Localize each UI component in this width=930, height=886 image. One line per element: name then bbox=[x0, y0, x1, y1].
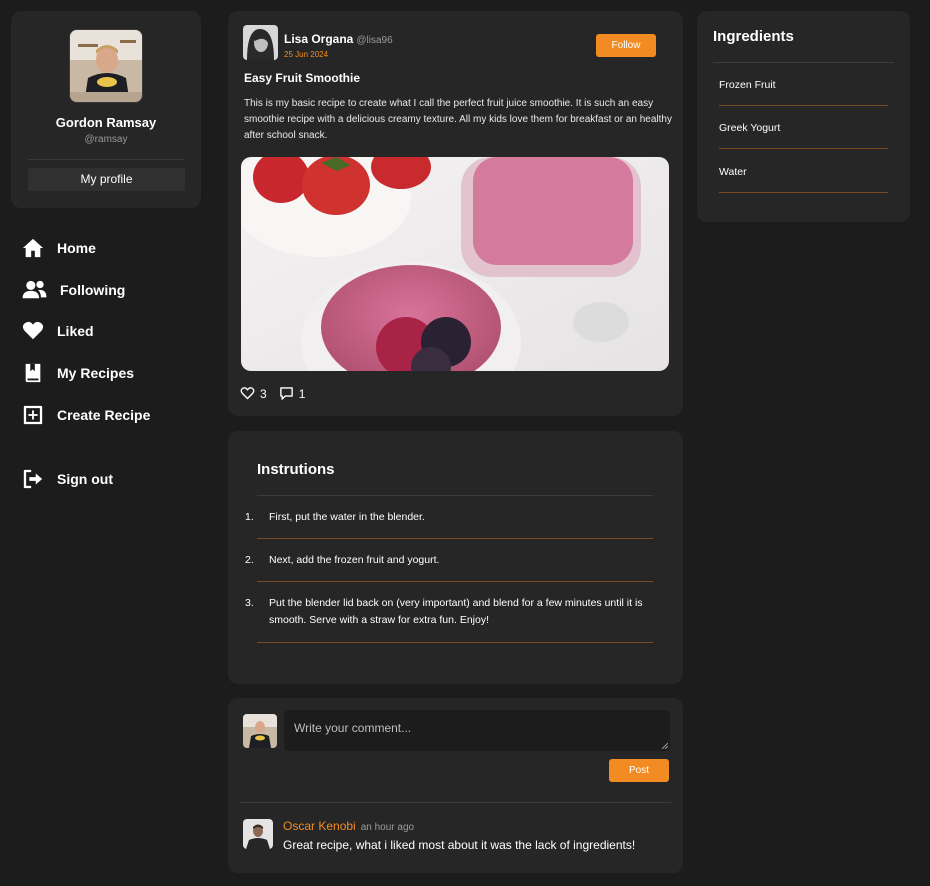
commenter-name[interactable]: Oscar Kenobi an hour ago bbox=[283, 819, 414, 833]
comment-divider bbox=[240, 802, 671, 803]
comment-count: 1 bbox=[298, 386, 306, 401]
nav-item-sign-out[interactable]: Sign out bbox=[22, 468, 113, 490]
nav-item-create-recipe[interactable]: Create Recipe bbox=[22, 404, 150, 426]
post-stats: 3 1 bbox=[240, 386, 317, 401]
sign-out-icon bbox=[23, 469, 43, 489]
post-title: Easy Fruit Smoothie bbox=[244, 71, 361, 85]
profile-card: Gordon Ramsay @ramsay My profile bbox=[11, 11, 201, 208]
book-icon bbox=[25, 363, 41, 383]
nav-item-my-recipes[interactable]: My Recipes bbox=[22, 362, 134, 384]
follow-button[interactable]: Follow bbox=[596, 34, 656, 57]
author-avatar[interactable] bbox=[243, 25, 278, 60]
step-text: Next, add the frozen fruit and yogurt. bbox=[269, 554, 440, 566]
instructions-title: Instrutions bbox=[257, 461, 335, 478]
commenter-avatar[interactable] bbox=[243, 819, 273, 849]
profile-divider bbox=[28, 159, 184, 160]
comment-button[interactable]: 1 bbox=[279, 386, 306, 401]
plus-square-icon bbox=[23, 405, 43, 425]
users-icon bbox=[22, 280, 47, 299]
author-handle: @lisa96 bbox=[356, 35, 393, 46]
step-number: 2. bbox=[245, 554, 254, 566]
nav-label: My Recipes bbox=[57, 365, 135, 381]
heart-icon bbox=[22, 321, 44, 340]
instruction-step: 3. Put the blender lid back on (very imp… bbox=[245, 595, 653, 643]
comment-text: Great recipe, what i liked most about it… bbox=[283, 838, 636, 852]
ingredients-title: Ingredients bbox=[713, 28, 794, 45]
my-profile-button[interactable]: My profile bbox=[28, 168, 185, 191]
ingredient-item: Frozen Fruit bbox=[719, 63, 888, 106]
nav-label: Liked bbox=[57, 323, 94, 339]
profile-avatar[interactable] bbox=[69, 29, 143, 103]
post-comment-button[interactable]: Post bbox=[609, 759, 669, 782]
profile-name: Gordon Ramsay bbox=[55, 115, 157, 130]
comment-time: an hour ago bbox=[360, 822, 415, 833]
step-number: 3. bbox=[245, 597, 254, 609]
comment-icon bbox=[279, 387, 293, 400]
comment-input[interactable] bbox=[284, 710, 670, 751]
post-image bbox=[241, 157, 669, 371]
post-card: Lisa Organa @lisa96 25 Jun 2024 Follow Ea… bbox=[228, 11, 683, 416]
instructions-card: Instrutions 1. First, put the water in t… bbox=[228, 431, 683, 684]
comment-card: Post Oscar Kenobian hour ago Great recip… bbox=[228, 698, 683, 873]
resize-grip-icon[interactable] bbox=[661, 742, 668, 749]
step-text: Put the blender lid back on (very import… bbox=[269, 597, 643, 626]
step-text: First, put the water in the blender. bbox=[269, 511, 425, 523]
like-count: 3 bbox=[260, 386, 267, 401]
nav-label: Create Recipe bbox=[57, 407, 151, 423]
nav-label: Sign out bbox=[57, 471, 113, 487]
author-name[interactable]: Lisa Organa @lisa96 bbox=[284, 32, 393, 46]
ingredient-item: Water bbox=[719, 150, 888, 193]
like-button[interactable]: 3 bbox=[240, 386, 267, 401]
ingredient-item: Greek Yogurt bbox=[719, 106, 888, 149]
nav-item-home[interactable]: Home bbox=[22, 237, 96, 259]
home-icon bbox=[22, 238, 44, 258]
instructions-divider bbox=[257, 495, 653, 496]
ingredients-card: Ingredients Frozen Fruit Greek Yogurt Wa… bbox=[697, 11, 910, 222]
post-date: 25 Jun 2024 bbox=[284, 50, 329, 59]
instruction-step: 2. Next, add the frozen fruit and yogurt… bbox=[245, 552, 653, 582]
step-number: 1. bbox=[245, 511, 254, 523]
nav-label: Home bbox=[57, 240, 96, 256]
post-body: This is my basic recipe to create what I… bbox=[244, 98, 672, 141]
nav-item-liked[interactable]: Liked bbox=[22, 320, 94, 342]
nav-label: Following bbox=[60, 282, 126, 298]
nav-item-following[interactable]: Following bbox=[22, 279, 125, 301]
current-user-avatar bbox=[243, 714, 277, 748]
profile-handle: @ramsay bbox=[84, 134, 128, 145]
heart-outline-icon bbox=[240, 387, 255, 400]
instruction-step: 1. First, put the water in the blender. bbox=[245, 509, 653, 539]
